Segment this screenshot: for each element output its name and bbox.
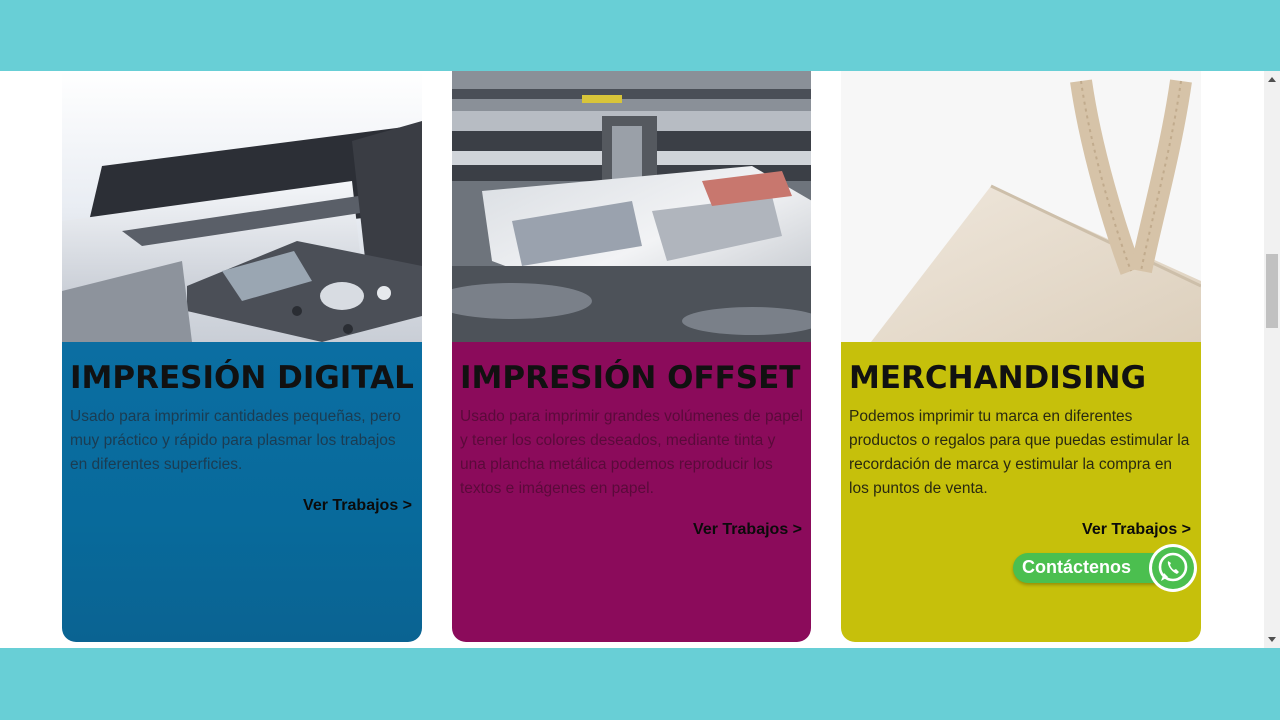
whatsapp-label: Contáctenos bbox=[1022, 557, 1132, 577]
tote-bag-photo bbox=[841, 71, 1201, 342]
offset-press-photo bbox=[452, 71, 811, 342]
ver-trabajos-link[interactable]: Ver Trabajos > bbox=[303, 497, 412, 515]
card-title: MERCHANDISING bbox=[849, 360, 1147, 396]
printer-photo bbox=[62, 71, 422, 342]
scrollbar-thumb[interactable] bbox=[1266, 254, 1278, 328]
card-body: MERCHANDISING Podemos imprimir tu marca … bbox=[841, 342, 1201, 642]
card-title: IMPRESIÓN DIGITAL bbox=[70, 360, 414, 396]
card-body: IMPRESIÓN DIGITAL Usado para imprimir ca… bbox=[62, 342, 422, 642]
card-description: Usado para imprimir grandes volúmenes de… bbox=[460, 408, 803, 497]
whatsapp-icon[interactable] bbox=[1148, 543, 1198, 593]
scroll-down-icon[interactable] bbox=[1268, 637, 1276, 642]
ver-trabajos-link[interactable]: Ver Trabajos > bbox=[1082, 521, 1191, 539]
scroll-up-icon[interactable] bbox=[1268, 77, 1276, 82]
ver-trabajos-link[interactable]: Ver Trabajos > bbox=[693, 521, 802, 539]
card-body: IMPRESIÓN OFFSET Usado para imprimir gra… bbox=[452, 342, 811, 642]
service-card-digital: IMPRESIÓN DIGITAL Usado para imprimir ca… bbox=[62, 71, 422, 642]
whatsapp-contact-button[interactable]: Contáctenos bbox=[1013, 543, 1198, 593]
card-description: Podemos imprimir tu marca en diferentes … bbox=[849, 408, 1190, 497]
card-description: Usado para imprimir cantidades pequeñas,… bbox=[70, 408, 401, 473]
service-card-offset: IMPRESIÓN OFFSET Usado para imprimir gra… bbox=[452, 71, 811, 642]
scrollbar[interactable] bbox=[1264, 71, 1280, 648]
card-title: IMPRESIÓN OFFSET bbox=[460, 360, 801, 396]
